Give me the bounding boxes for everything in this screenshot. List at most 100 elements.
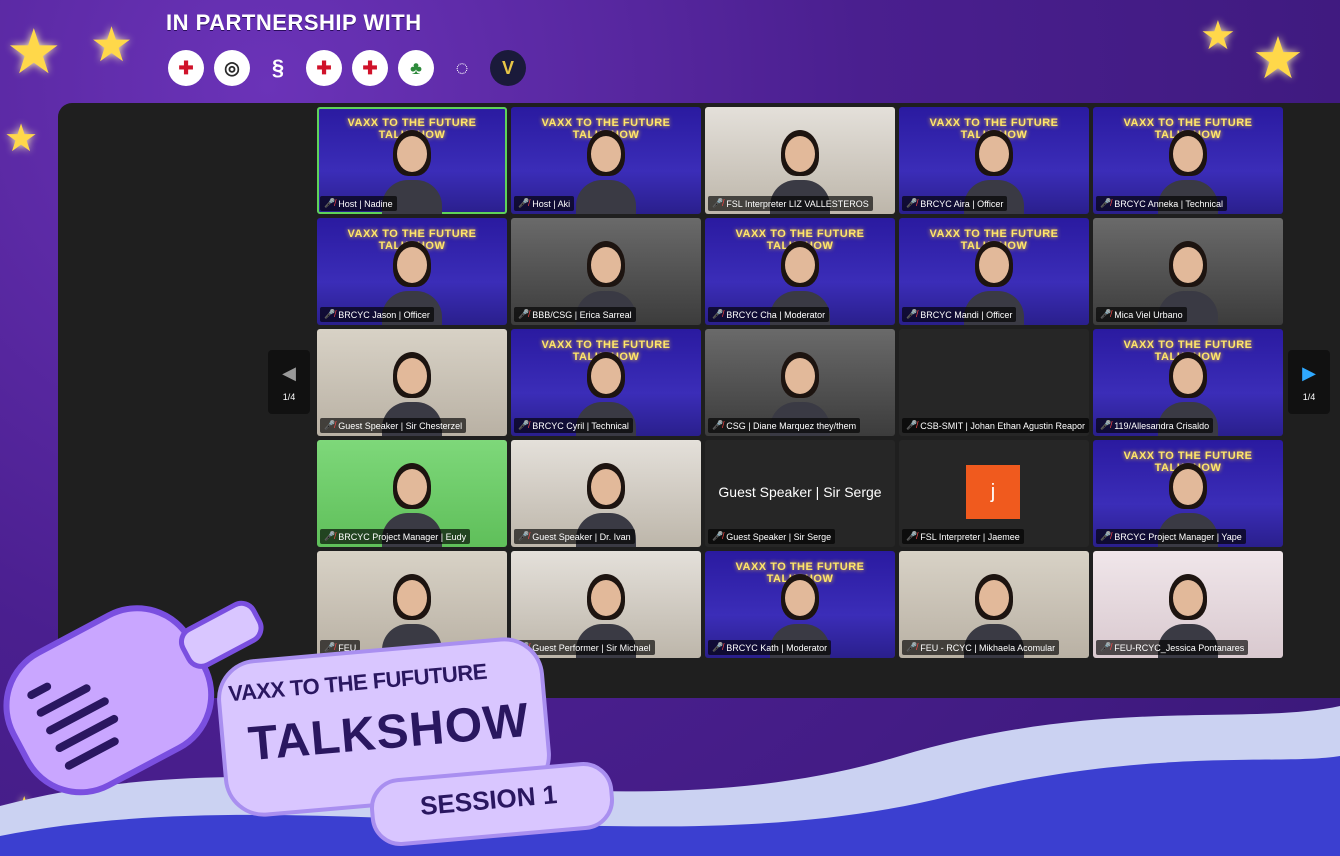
participant-name-tag: 🎤̸ Host | Nadine [320, 196, 397, 211]
participant-tile[interactable]: 🎤̸ BRCYC Project Manager | Eudy [317, 440, 507, 547]
participant-name-tag: 🎤̸ BRCYC Anneka | Technical [1096, 196, 1227, 211]
participant-tile[interactable]: VAXX TO THE FUTURE TALKSHOW🎤̸Host | Nadi… [317, 107, 507, 214]
red-cross-logo: ✚ [352, 50, 388, 86]
participant-tile[interactable]: VAXX TO THE FUTURE TALKSHOW🎤̸BRCYC Aira … [899, 107, 1089, 214]
participant-tile[interactable]: VAXX TO THE FUTURE TALKSHOW🎤̸BRCYC Proje… [1093, 440, 1283, 547]
muted-mic-icon: 🎤̸ [712, 198, 724, 208]
participant-tile[interactable]: Guest Speaker | Sir Serge 🎤̸ Guest Speaker… [705, 440, 895, 547]
participant-name: Mica Viel Urbano [1114, 309, 1183, 320]
participant-name-tag: 🎤̸ Guest Speaker | Sir Chesterzel [320, 418, 467, 433]
participant-tile[interactable]: 🎤̸ Guest Speaker | Sir Chesterzel [317, 329, 507, 436]
muted-mic-icon: 🎤̸ [712, 420, 724, 430]
muted-mic-icon: 🎤̸ [906, 198, 918, 208]
participant-tile[interactable]: 🎤̸Guest Performer | Sir Michael [511, 551, 701, 658]
participant-name: BRCYC Kath | Moderator [726, 642, 828, 653]
star-icon: ★ [90, 19, 134, 72]
participant-name: Guest Performer | Sir Michael [532, 642, 651, 653]
participant-tile[interactable]: 🎤̸ CSG | Diane Marquez they/them [705, 329, 895, 436]
participant-name: 119/Allesandra Crisaldo [1114, 420, 1210, 431]
participant-name: FEU-RCYC_Jessica Pontanares [1114, 642, 1245, 653]
muted-mic-icon: 🎤̸ [1100, 309, 1112, 319]
participant-video [576, 130, 636, 214]
participant-name: Guest Speaker | Sir Serge [726, 531, 832, 542]
participant-name-tag: 🎤̸ Guest Speaker | Sir Serge [708, 529, 836, 544]
green-emblem-logo: ♣ [398, 50, 434, 86]
participant-name-tag: 🎤̸ Host | Aki [514, 196, 575, 211]
participant-name-tag: 🎤̸ FSL Interpreter LIZ VALLESTEROS [708, 196, 873, 211]
participant-name-tag: 🎤̸ Mica Viel Urbano [1096, 307, 1187, 322]
participant-name: BRCYC Project Manager | Yape [1114, 531, 1242, 542]
chevron-left-icon: ◀ [282, 362, 296, 383]
muted-mic-icon: 🎤̸ [518, 309, 530, 319]
red-cross-seal-logo: ✚ [306, 50, 342, 86]
muted-mic-icon: 🎤̸ [518, 531, 530, 541]
s-logo: § [271, 55, 285, 80]
participant-tile[interactable]: 🎤̸ Guest Speaker | Dr. Ivan [511, 440, 701, 547]
participant-name-tag: 🎤̸ Guest Speaker | Dr. Ivan [514, 529, 635, 544]
participant-name-tag: 🎤̸ BBB/CSG | Erica Sarreal [514, 307, 636, 322]
muted-mic-icon: 🎤̸ [906, 309, 918, 319]
star-icon: ★ [1252, 26, 1304, 91]
previous-page-button[interactable]: ◀ 1/4 [268, 350, 310, 414]
swirl-logo: ◎ [214, 50, 250, 86]
muted-mic-icon: 🎤̸ [712, 642, 724, 652]
muted-mic-icon: 🎤̸ [324, 531, 336, 541]
participant-tile[interactable]: VAXX TO THE FUTURE TALKSHOW🎤̸BRCYC Kath … [705, 551, 895, 658]
participant-name: CSB-SMIT | Johan Ethan Agustin Reapor [920, 420, 1085, 431]
next-page-button[interactable]: ▶ 1/4 [1288, 350, 1330, 414]
partner-title: IN PARTNERSHIP WITH [166, 10, 422, 35]
participant-tile[interactable]: 🎤̸ BBB/CSG | Erica Sarreal [511, 218, 701, 325]
participant-name: BRCYC Cha | Moderator [726, 309, 826, 320]
participant-tile[interactable]: 🎤̸ FEU - RCYC | Mikhaela Acomular [899, 551, 1089, 658]
participant-tile[interactable]: j 🎤̸ FSL Interpreter | Jaemee [899, 440, 1089, 547]
participant-name-tag: 🎤̸ BRCYC Kath | Moderator [708, 640, 832, 655]
muted-mic-icon: 🎤̸ [518, 198, 530, 208]
participant-name-tag: 🎤̸ BRCYC Project Manager | Eudy [320, 529, 471, 544]
participant-tile[interactable]: 🎤̸ Mica Viel Urbano [1093, 218, 1283, 325]
muted-mic-icon: 🎤̸ [518, 420, 530, 430]
participant-name: BRCYC Cyril | Technical [532, 420, 629, 431]
participant-name: BRCYC Mandi | Officer [920, 309, 1013, 320]
participant-tile[interactable]: VAXX TO THE FUTURE TALKSHOW🎤̸BRCYC Cha |… [705, 218, 895, 325]
participant-tile[interactable]: VAXX TO THE FUTURE TALKSHOW🎤̸BRCYC Mandi… [899, 218, 1089, 325]
muted-mic-icon: 🎤̸ [712, 531, 724, 541]
participant-name-tag: 🎤̸ FEU-RCYC_Jessica Pontanares [1096, 640, 1249, 655]
muted-mic-icon: 🎤̸ [324, 198, 336, 208]
participant-tile[interactable]: VAXX TO THE FUTURE TALKSHOW🎤̸BRCYC Jason… [317, 218, 507, 325]
muted-mic-icon: 🎤̸ [906, 420, 918, 430]
muted-mic-icon: 🎤̸ [1100, 531, 1112, 541]
participant-name: FSL Interpreter LIZ VALLESTEROS [726, 198, 869, 209]
participant-name: BRCYC Project Manager | Eudy [338, 531, 467, 542]
participant-tile[interactable]: VAXX TO THE FUTURE TALKSHOW🎤̸BRCYC Annek… [1093, 107, 1283, 214]
page-indicator: 1/4 [282, 391, 296, 402]
participant-name: FSL Interpreter | Jaemee [920, 531, 1020, 542]
participant-name-tag: 🎤̸ CSB-SMIT | Johan Ethan Agustin Reapor [902, 418, 1089, 433]
participant-name-tag: 🎤̸ BRCYC Cha | Moderator [708, 307, 830, 322]
star-icon: ★ [6, 18, 62, 87]
chevron-right-icon: ▶ [1302, 362, 1316, 383]
participant-name: BBB/CSG | Erica Sarreal [532, 309, 632, 320]
partner-logos: ✚ ◎ § ✚ ✚ ♣ ◌ V [168, 50, 526, 86]
participant-name-tag: 🎤̸ BRCYC Aira | Officer [902, 196, 1008, 211]
participant-tile[interactable]: VAXX TO THE FUTURE TALKSHOW🎤̸119/Allesan… [1093, 329, 1283, 436]
participant-tile[interactable]: 🎤̸ CSB-SMIT | Johan Ethan Agustin Reapor [899, 329, 1089, 436]
participant-name-tag: 🎤̸ FEU - RCYC | Mikhaela Acomular [902, 640, 1060, 655]
participant-name: FEU - RCYC | Mikhaela Acomular [920, 642, 1056, 653]
star-icon: ★ [1200, 14, 1236, 58]
muted-mic-icon: 🎤̸ [1100, 420, 1112, 430]
participant-tile[interactable]: VAXX TO THE FUTURE TALKSHOW🎤̸BRCYC Cyril… [511, 329, 701, 436]
participant-name: Guest Speaker | Sir Chesterzel [338, 420, 463, 431]
page-indicator: 1/4 [1302, 391, 1316, 402]
v-shield-logo: V [490, 50, 526, 86]
participant-name-tag: 🎤̸ CSG | Diane Marquez they/them [708, 418, 861, 433]
participant-name: BRCYC Jason | Officer [338, 309, 430, 320]
participant-name: Host | Aki [532, 198, 571, 209]
participant-tile[interactable]: 🎤̸ FSL Interpreter LIZ VALLESTEROS [705, 107, 895, 214]
participant-tile[interactable]: 🎤̸ FEU-RCYC_Jessica Pontanares [1093, 551, 1283, 658]
participant-name: CSG | Diane Marquez they/them [726, 420, 857, 431]
participant-gallery: VAXX TO THE FUTURE TALKSHOW🎤̸Host | Nadi… [317, 107, 1283, 658]
participant-tile[interactable]: VAXX TO THE FUTURE TALKSHOW🎤̸Host | Aki [511, 107, 701, 214]
avatar: j [966, 465, 1020, 519]
participant-name: BRCYC Anneka | Technical [1114, 198, 1223, 209]
participant-name-tag: 🎤̸ 119/Allesandra Crisaldo [1096, 418, 1214, 433]
